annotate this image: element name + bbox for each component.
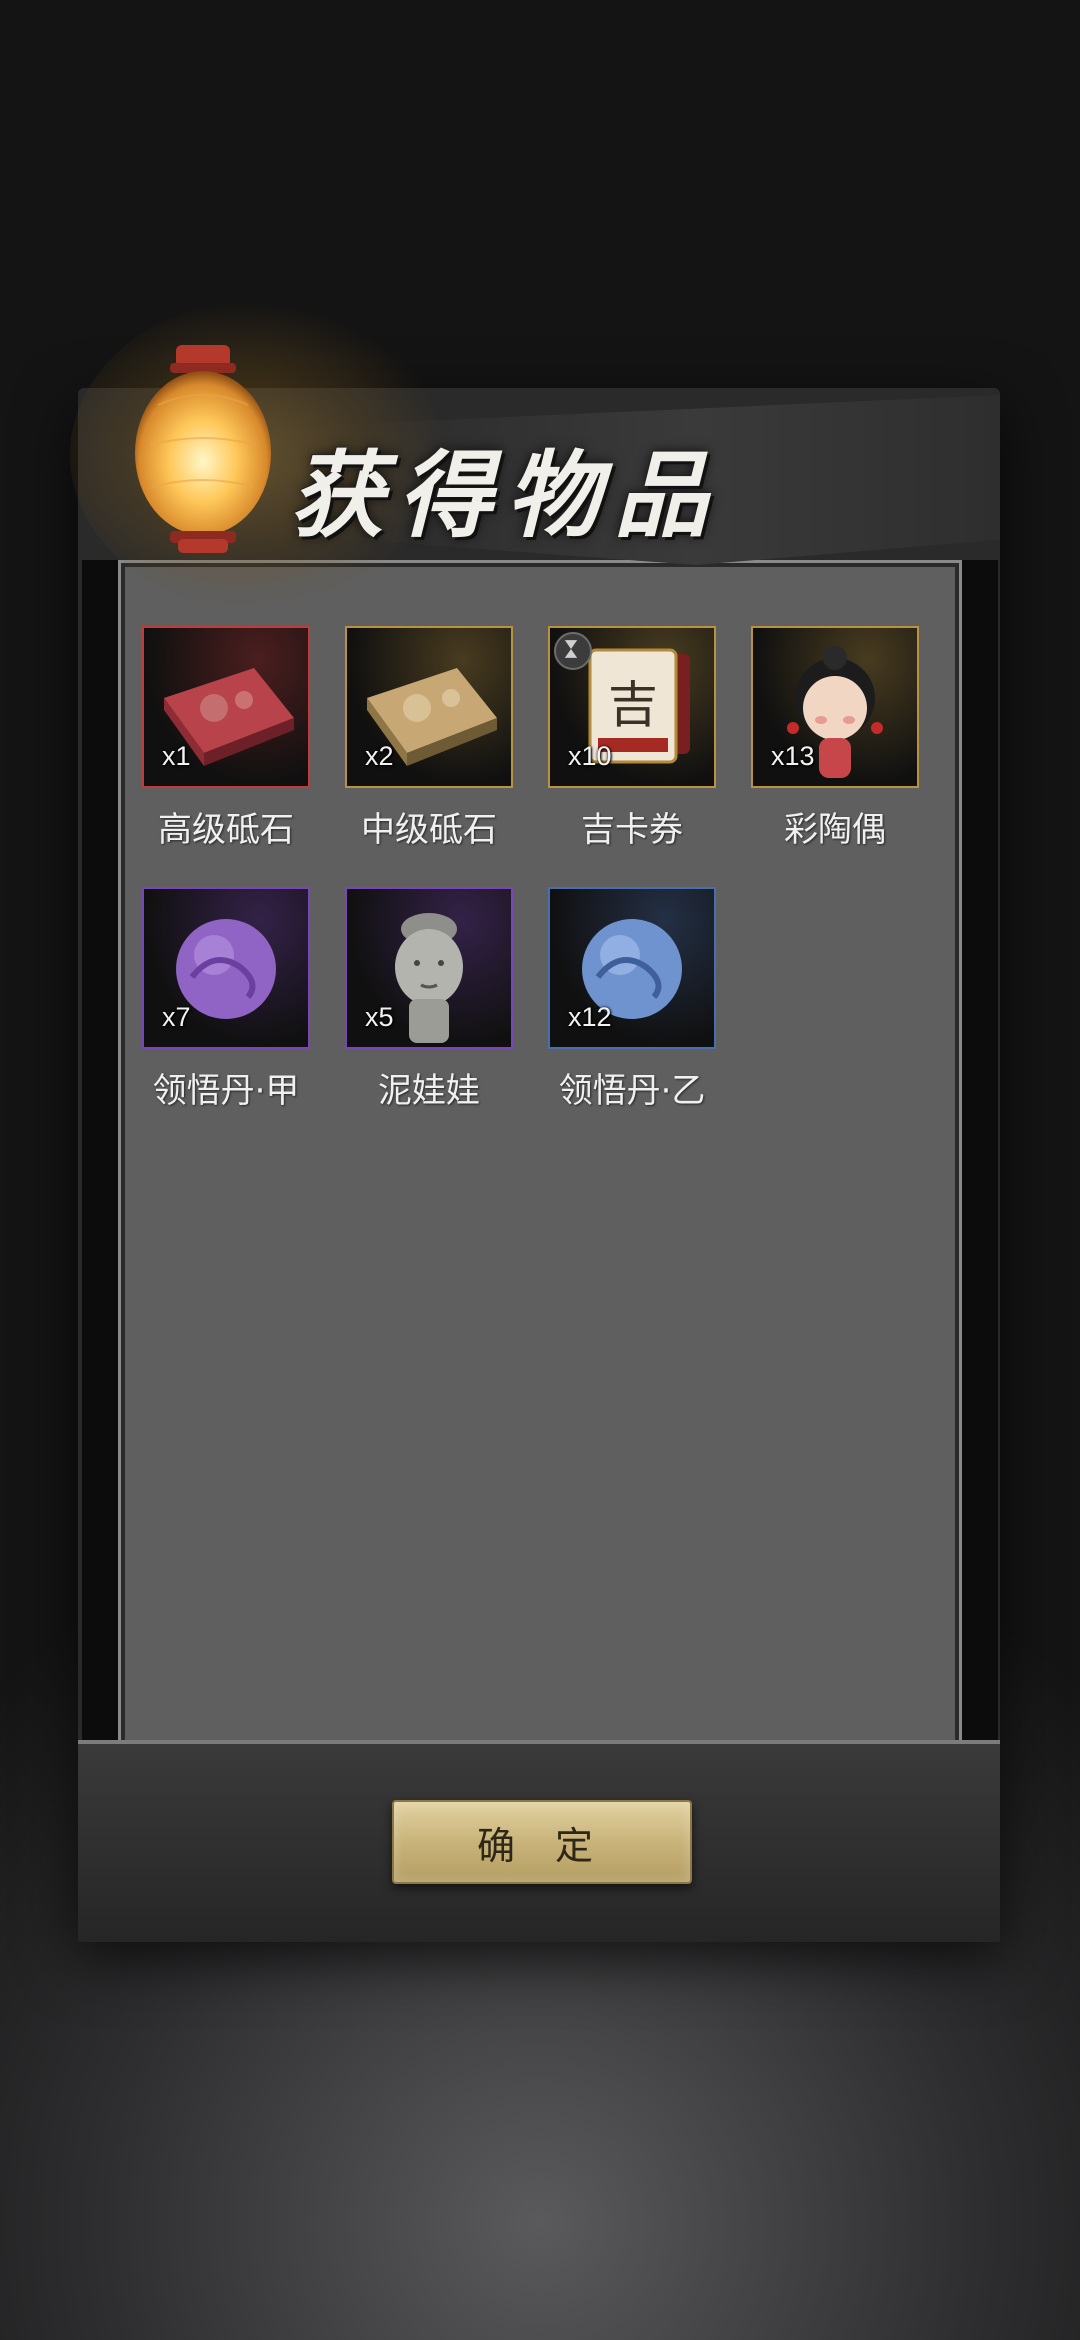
item-count: x10 [568,741,612,771]
lantern-icon [135,345,271,553]
item-icon-frame[interactable]: x7 [142,887,310,1049]
svg-text:吉: 吉 [608,676,658,734]
item-slot[interactable]: x7 领悟丹·甲 [142,887,310,1112]
item-count: x2 [365,741,394,771]
item-slot[interactable]: x2 中级砥石 [345,626,513,851]
item-slot[interactable]: 吉 x10 吉卡券 [548,626,716,851]
item-count: x7 [162,1002,191,1032]
item-icon-frame[interactable]: x5 [345,887,513,1049]
item-icon-frame[interactable]: 吉 x10 [548,626,716,788]
dialog-title: 获得物品 [290,441,723,551]
item-name: 彩陶偶 [784,810,886,850]
item-grid: x1 高级砥石 x2 中级砥石 吉 x10 吉卡券 x13 彩陶偶 x7 领悟丹·甲 x5 泥娃娃 x12… [142,626,942,1112]
item-name: 高级砥石 [158,810,294,850]
item-slot[interactable]: x13 彩陶偶 [751,626,919,851]
item-name: 领悟丹·甲 [152,1071,300,1111]
item-slot[interactable]: x12 领悟丹·乙 [548,887,716,1112]
item-count: x12 [568,1002,612,1032]
item-icon-frame[interactable]: x13 [751,626,919,788]
item-icon-frame[interactable]: x2 [345,626,513,788]
item-name: 吉卡券 [581,810,683,850]
item-slot[interactable]: x5 泥娃娃 [345,887,513,1112]
item-icon-frame[interactable]: x1 [142,626,310,788]
hourglass-icon [554,632,592,670]
confirm-button[interactable]: 确 定 [392,1800,692,1884]
item-count: x13 [771,741,815,771]
item-name: 中级砥石 [361,810,497,850]
item-count: x1 [162,741,191,771]
item-icon-frame[interactable]: x12 [548,887,716,1049]
item-name: 领悟丹·乙 [558,1071,706,1111]
item-count: x5 [365,1002,394,1032]
item-slot[interactable]: x1 高级砥石 [142,626,310,851]
item-name: 泥娃娃 [378,1071,480,1111]
